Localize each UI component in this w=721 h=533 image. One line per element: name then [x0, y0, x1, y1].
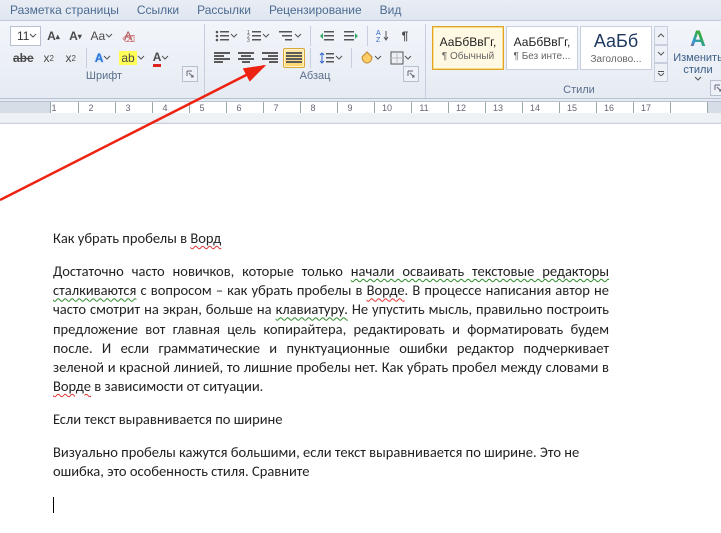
align-center-button[interactable]	[235, 48, 257, 68]
show-marks-button[interactable]: ¶	[395, 26, 415, 46]
change-styles-label: Изменить стили	[670, 52, 721, 76]
line-spacing-button[interactable]	[316, 48, 346, 68]
tab-review[interactable]: Рецензирование	[269, 3, 362, 17]
svg-text:3: 3	[247, 38, 250, 43]
doc-paragraph-2: Если текст выравнивается по ширине	[53, 410, 609, 429]
document-workspace: Как убрать пробелы в Ворд Достаточно час…	[0, 113, 721, 533]
highlight-button[interactable]: ab	[116, 48, 147, 68]
ribbon-tabs: Разметка страницы Ссылки Рассылки Реценз…	[0, 0, 721, 21]
decrease-indent-button[interactable]	[316, 26, 338, 46]
ribbon: 11 A▴ A▾ Aa A⌫ abe x2 x2 A ab A	[0, 21, 721, 99]
strikethrough-button[interactable]: abe	[10, 48, 37, 68]
tab-references[interactable]: Ссылки	[137, 3, 179, 17]
text-effects-button[interactable]: A	[92, 48, 115, 68]
style-name: Заголово...	[591, 54, 642, 65]
numbering-button[interactable]: 123	[243, 26, 273, 46]
svg-text:A: A	[376, 30, 381, 37]
svg-text:Z: Z	[376, 37, 381, 43]
align-justify-button[interactable]	[283, 48, 305, 68]
group-font-label: Шрифт	[10, 68, 198, 84]
group-paragraph-label: Абзац	[211, 68, 419, 84]
styles-expand[interactable]	[654, 63, 668, 82]
tab-view[interactable]: Вид	[380, 3, 402, 17]
style-tile-heading[interactable]: АаБб Заголово...	[580, 26, 652, 70]
multilevel-list-button[interactable]	[275, 26, 305, 46]
styles-dialog-launcher[interactable]	[710, 80, 721, 96]
grow-font-button[interactable]: A▴	[43, 26, 63, 46]
styles-gallery-scroll[interactable]	[654, 26, 668, 82]
font-size-combo[interactable]: 11	[10, 26, 41, 46]
style-name: ¶ Обычный	[442, 51, 494, 62]
clear-formatting-button[interactable]: A⌫	[118, 26, 138, 46]
group-font: 11 A▴ A▾ Aa A⌫ abe x2 x2 A ab A	[4, 24, 205, 98]
styles-scroll-up[interactable]	[654, 26, 668, 45]
doc-empty-line	[53, 495, 609, 514]
bullets-button[interactable]	[211, 26, 241, 46]
borders-button[interactable]	[387, 48, 415, 68]
font-dialog-launcher[interactable]	[182, 66, 198, 82]
chevron-down-icon	[29, 29, 37, 43]
doc-paragraph-1: Достаточно часто новичков, которые тольк…	[53, 262, 609, 396]
font-size-value: 11	[17, 29, 29, 43]
paragraph-dialog-launcher[interactable]	[403, 66, 419, 82]
shrink-font-button[interactable]: A▾	[65, 26, 85, 46]
style-preview: АаБбВвГг,	[514, 35, 571, 49]
doc-paragraph-3: Визуально пробелы кажутся большими, если…	[53, 443, 609, 481]
style-preview: АаБбВвГг,	[440, 35, 497, 49]
shading-button[interactable]	[357, 48, 385, 68]
sort-button[interactable]: AZ	[373, 26, 393, 46]
tab-page-layout[interactable]: Разметка страницы	[10, 3, 119, 17]
style-preview: АаБб	[594, 31, 638, 52]
tab-mailings[interactable]: Рассылки	[197, 3, 251, 17]
style-name: ¶ Без инте...	[514, 51, 571, 62]
change-styles-button[interactable]: A Изменить стили	[670, 26, 721, 82]
align-left-button[interactable]	[211, 48, 233, 68]
group-styles: АаБбВвГг, ¶ Обычный АаБбВвГг, ¶ Без инте…	[426, 24, 721, 98]
style-tile-normal[interactable]: АаБбВвГг, ¶ Обычный	[432, 26, 504, 70]
change-styles-icon: A	[690, 26, 706, 52]
group-paragraph: 123 AZ ¶	[205, 24, 426, 98]
document-body[interactable]: Как убрать пробелы в Ворд Достаточно час…	[53, 229, 609, 529]
document-page[interactable]: Как убрать пробелы в Ворд Достаточно час…	[0, 123, 721, 533]
styles-gallery: АаБбВвГг, ¶ Обычный АаБбВвГг, ¶ Без инте…	[432, 26, 668, 82]
styles-scroll-down[interactable]	[654, 45, 668, 64]
superscript-button[interactable]: x2	[61, 48, 81, 68]
font-color-button[interactable]: A	[150, 48, 173, 68]
align-right-button[interactable]	[259, 48, 281, 68]
doc-title: Как убрать пробелы в Ворд	[53, 229, 609, 248]
subscript-button[interactable]: x2	[39, 48, 59, 68]
group-styles-label: Стили	[432, 82, 721, 98]
style-tile-no-spacing[interactable]: АаБбВвГг, ¶ Без инте...	[506, 26, 578, 70]
text-cursor	[53, 497, 54, 513]
increase-indent-button[interactable]	[340, 26, 362, 46]
change-case-button[interactable]: Aa	[87, 26, 116, 46]
